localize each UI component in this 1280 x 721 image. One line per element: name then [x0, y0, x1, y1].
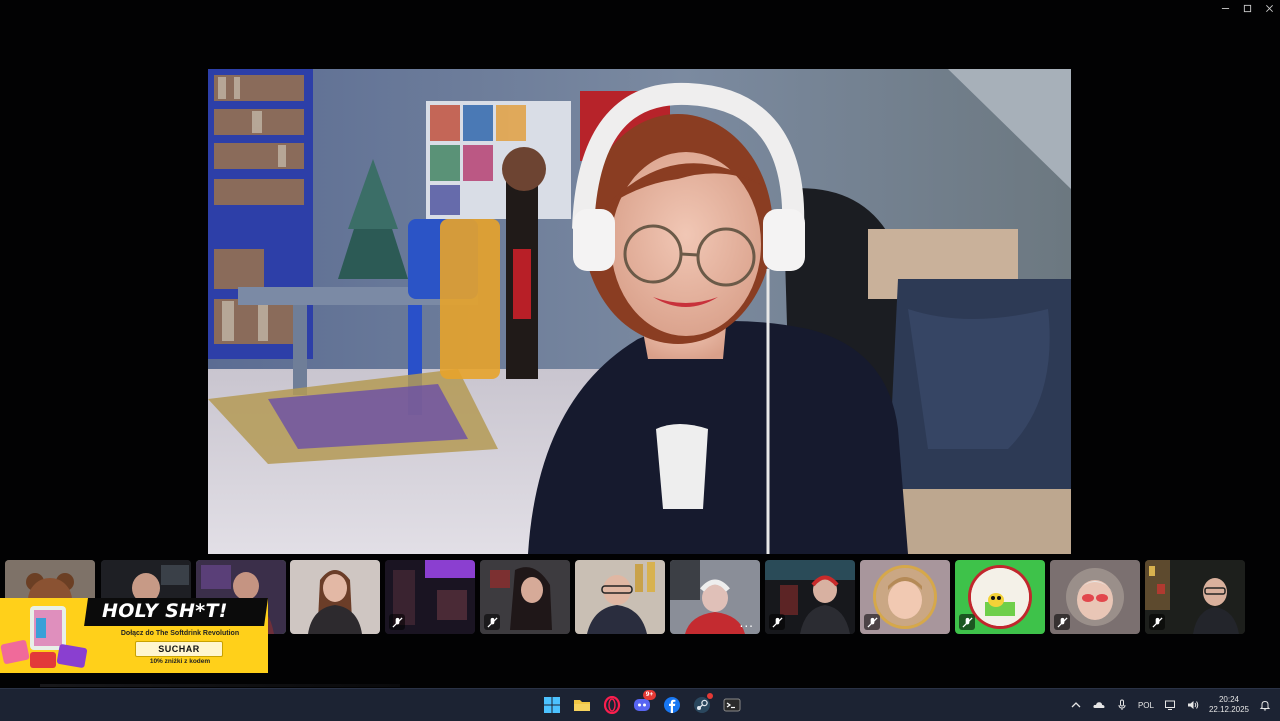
close-button[interactable]: [1258, 0, 1280, 16]
network-monitor-icon: [1164, 700, 1175, 710]
minimize-icon: [1221, 7, 1229, 9]
banner-title: HOLY SH*T!: [102, 600, 228, 622]
discount-text: 10% zniżki z kodem: [149, 658, 211, 665]
chevron-up-icon: [1071, 702, 1081, 708]
discord-button[interactable]: 9+: [630, 690, 656, 717]
participant-tile[interactable]: [480, 560, 570, 634]
camera-feed: [575, 560, 665, 634]
faint-caption-line: [40, 684, 400, 687]
child-avatar-image: [876, 568, 934, 626]
speaker-icon: [1187, 701, 1199, 709]
more-options-icon[interactable]: ...: [740, 616, 754, 630]
mic-muted-icon: [866, 616, 878, 628]
participant-tile[interactable]: [575, 560, 665, 634]
clock-date: 22.12.2025: [1208, 705, 1249, 714]
taskbar-apps: 9+: [540, 690, 744, 717]
language-indicator[interactable]: POL: [1138, 701, 1154, 710]
facebook-icon: [664, 697, 680, 713]
participant-tile[interactable]: [860, 560, 950, 634]
start-button[interactable]: [540, 693, 564, 717]
participant-tile[interactable]: [1050, 560, 1140, 634]
participant-tile[interactable]: [290, 560, 380, 634]
participant-tile[interactable]: [765, 560, 855, 634]
close-icon: [1265, 4, 1273, 12]
minimize-button[interactable]: [1214, 0, 1236, 16]
microphone-button[interactable]: [1115, 698, 1129, 712]
avatar: [876, 568, 934, 626]
mic-muted-icon: [486, 616, 498, 628]
notifications-button[interactable]: [1258, 698, 1272, 712]
cartoon-avatar-image: [971, 568, 1029, 626]
taskbar: 9+ POL 20:24 22.12.2025: [0, 688, 1280, 721]
show-hidden-icons-button[interactable]: [1069, 698, 1083, 712]
elder-avatar-image: [1066, 568, 1124, 626]
main-video-feed[interactable]: [208, 69, 1071, 554]
clock-time: 20:24: [1218, 695, 1239, 704]
terminal-icon: [723, 698, 741, 712]
folder-icon: [574, 700, 590, 711]
participant-tile[interactable]: [1145, 560, 1245, 634]
muted-indicator: [1054, 614, 1070, 630]
facebook-button[interactable]: [660, 693, 684, 717]
cloud-icon: [1093, 702, 1105, 708]
microphone-icon: [1118, 699, 1126, 710]
participant-tile[interactable]: [955, 560, 1045, 634]
mic-muted-icon: [391, 616, 403, 628]
file-explorer-button[interactable]: [570, 693, 594, 717]
system-tray: POL 20:24 22.12.2025: [1069, 689, 1272, 721]
muted-indicator: [959, 614, 975, 630]
promo-code: SUCHAR: [135, 641, 223, 657]
notification-badge: 9+: [643, 690, 656, 700]
muted-indicator: [484, 614, 500, 630]
sponsor-banner[interactable]: HOLY SH*T! Dołącz do The Softdrink Revol…: [0, 598, 268, 673]
maximize-button[interactable]: [1236, 0, 1258, 16]
muted-indicator: [864, 614, 880, 630]
participant-tile[interactable]: ...: [670, 560, 760, 634]
opera-icon: [603, 696, 621, 714]
mic-muted-icon: [1151, 616, 1163, 628]
muted-indicator: [389, 614, 405, 630]
opera-gx-button[interactable]: [600, 693, 624, 717]
windows-icon: [544, 697, 560, 713]
mic-muted-icon: [961, 616, 973, 628]
onedrive-button[interactable]: [1092, 698, 1106, 712]
notification-dot: [707, 693, 713, 699]
mic-muted-icon: [771, 616, 783, 628]
muted-indicator: [769, 614, 785, 630]
clock[interactable]: 20:24 22.12.2025: [1209, 695, 1249, 715]
steam-button[interactable]: [690, 693, 714, 717]
network-button[interactable]: [1163, 698, 1177, 712]
window-controls: [1214, 0, 1280, 16]
participant-tile[interactable]: [385, 560, 475, 634]
banner-subtitle: Dołącz do The Softdrink Revolution: [120, 630, 240, 637]
terminal-button[interactable]: [720, 693, 744, 717]
bell-icon: [1259, 700, 1271, 711]
avatar: [1066, 568, 1124, 626]
maximize-icon: [1243, 4, 1251, 12]
mic-muted-icon: [1056, 616, 1068, 628]
muted-indicator: [1149, 614, 1165, 630]
drink-cans-art: [0, 598, 96, 673]
camera-feed: [290, 560, 380, 634]
webcam-scene: [208, 69, 1071, 554]
volume-button[interactable]: [1186, 698, 1200, 712]
avatar: [971, 568, 1029, 626]
